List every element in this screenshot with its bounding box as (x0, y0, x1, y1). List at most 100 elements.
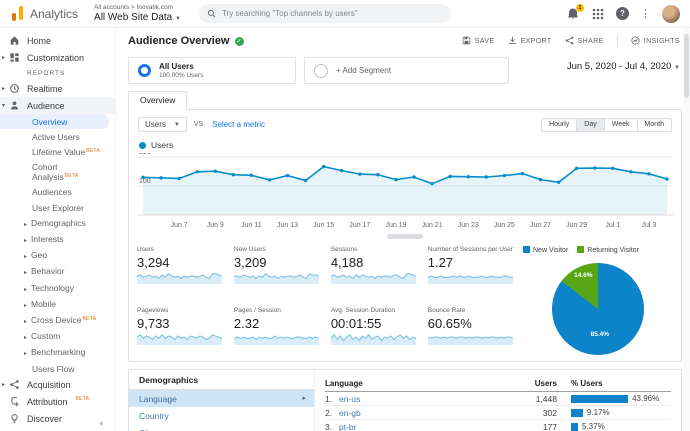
chevron-right-icon: ▸ (24, 303, 31, 310)
metric-card-users[interactable]: Users3,294 (137, 246, 222, 295)
sidebar-item-label: Benchmarking (31, 347, 85, 357)
sidebar-item-cohort-analysis[interactable]: Cohort AnalysisBETA (0, 160, 109, 185)
sidebar-item-attribution[interactable]: AttributionBETA (0, 393, 115, 410)
segment-row: All Users 100.00% Users + Add Segment Ju… (116, 54, 690, 90)
legend-item-new-visitor: New Visitor (523, 246, 568, 254)
add-segment-button[interactable]: + Add Segment (304, 57, 509, 84)
property-name: All Web Site Data (94, 12, 172, 23)
help-icon[interactable]: ? (616, 7, 629, 20)
sidebar-item-audience[interactable]: ▾Audience (0, 97, 115, 114)
sidebar-item-interests[interactable]: ▸Interests (0, 232, 109, 248)
column-language[interactable]: Language (325, 379, 509, 388)
metric-dropdown[interactable]: Users▼ (138, 117, 187, 132)
users-line-chart[interactable]: 200100Jun 7Jun 9Jun 11Jun 13Jun 15Jun 17… (137, 153, 673, 233)
sidebar-item-audiences[interactable]: Audiences (0, 185, 109, 200)
sidebar-item-discover[interactable]: Discover (0, 410, 115, 427)
sidebar-item-lifetime-value[interactable]: Lifetime ValueBETA (0, 144, 109, 159)
svg-text:Jun 25: Jun 25 (494, 222, 515, 229)
sidebar-item-label: Custom (31, 331, 60, 341)
search-input[interactable] (222, 9, 443, 18)
column-users[interactable]: Users (509, 379, 557, 388)
notifications-bell-icon[interactable]: 1 (566, 7, 580, 21)
metric-card-sessions[interactable]: Sessions4,188 (331, 246, 416, 295)
apps-grid-icon[interactable] (591, 7, 605, 21)
table-row: 3.pt-br1775.37% (325, 420, 671, 431)
language-link[interactable]: pt-br (339, 422, 509, 431)
metric-card-new-users[interactable]: New Users3,209 (234, 246, 319, 295)
customization-icon (9, 52, 20, 63)
metric-card-pageviews[interactable]: Pageviews9,733 (137, 307, 222, 356)
dimension-link-country[interactable]: Country (129, 407, 314, 424)
granularity-day[interactable]: Day (577, 118, 604, 132)
sidebar-item-behavior[interactable]: ▸Behavior (0, 264, 109, 280)
action-label: INSIGHTS (644, 38, 680, 45)
language-link[interactable]: en-gb (339, 408, 509, 418)
sidebar-item-customization[interactable]: ▸Customization (0, 49, 115, 66)
scrollbar-thumb[interactable] (684, 34, 689, 98)
svg-text:Jul 1: Jul 1 (605, 222, 620, 229)
report-header: Audience Overview ✓ SAVEEXPORTSHAREINSIG… (116, 28, 690, 54)
share-button[interactable]: SHARE (565, 36, 604, 47)
chevron-down-icon: ▼ (175, 16, 181, 22)
granularity-week[interactable]: Week (605, 118, 638, 132)
chart-scroll-handle[interactable] (387, 234, 423, 239)
column-pct-users[interactable]: % Users (571, 379, 671, 388)
visitor-pie-chart[interactable]: 85.4%14.6% (552, 263, 644, 355)
beta-badge: BETA (83, 316, 97, 322)
metric-card-bounce-rate[interactable]: Bounce Rate60.65% (428, 307, 513, 356)
sidebar-item-benchmarking[interactable]: ▸Benchmarking (0, 345, 109, 361)
sidebar-item-geo[interactable]: ▸Geo (0, 248, 109, 264)
date-range-selector[interactable]: Jun 5, 2020 - Jul 4, 2020 ▼ (567, 57, 680, 72)
chevron-right-icon: ▸ (2, 85, 8, 92)
sidebar-item-active-users[interactable]: Active Users (0, 129, 109, 144)
more-options-icon[interactable]: ⋮ (640, 7, 651, 21)
account-switcher[interactable]: All accounts > Inovatik.com All Web Site… (94, 4, 181, 22)
sidebar-item-home[interactable]: Home (0, 32, 115, 49)
main-content: Audience Overview ✓ SAVEEXPORTSHAREINSIG… (116, 28, 690, 431)
sidebar-item-users-flow[interactable]: Users Flow (0, 361, 109, 376)
granularity-month[interactable]: Month (638, 118, 672, 132)
dimension-link-city[interactable]: City (129, 424, 314, 431)
export-button[interactable]: EXPORT (508, 36, 552, 47)
pie-slice-label: 85.4% (591, 331, 609, 338)
tab-overview[interactable]: Overview (128, 91, 187, 110)
sidebar-item-acquisition[interactable]: ▸Acquisition (0, 376, 115, 393)
insights-button[interactable]: INSIGHTS (631, 36, 680, 47)
metric-card-avg-session-duration[interactable]: Avg. Session Duration00:01:55 (331, 307, 416, 356)
sidebar-item-technology[interactable]: ▸Technology (0, 280, 109, 296)
svg-text:Jun 27: Jun 27 (530, 222, 551, 229)
sidebar-item-label: Technology (31, 283, 74, 293)
sidebar-collapse-icon[interactable]: ‹ (100, 418, 103, 428)
search-bar[interactable] (199, 4, 451, 23)
sidebar-item-custom[interactable]: ▸Custom (0, 329, 109, 345)
user-avatar[interactable] (662, 5, 680, 23)
segment-all-users[interactable]: All Users 100.00% Users (128, 57, 296, 84)
language-link[interactable]: en-us (339, 394, 509, 404)
legend-item-returning-visitor: Returning Visitor (577, 246, 639, 254)
row-rank: 2. (325, 408, 339, 418)
dimension-link-language[interactable]: Language▸ (129, 390, 314, 407)
metric-card-pages-session[interactable]: Pages / Session2.32 (234, 307, 319, 356)
action-label: EXPORT (521, 38, 552, 45)
svg-text:Jun 21: Jun 21 (422, 222, 443, 229)
chevron-right-icon: ▸ (24, 270, 31, 277)
discover-icon (9, 413, 20, 424)
sidebar-item-cross-device[interactable]: ▸Cross DeviceBETA (0, 312, 109, 328)
granularity-hourly[interactable]: Hourly (541, 118, 577, 132)
sidebar-item-realtime[interactable]: ▸Realtime (0, 80, 115, 97)
breadcrumb: All accounts > Inovatik.com (94, 4, 181, 11)
sidebar-item-mobile[interactable]: ▸Mobile (0, 296, 109, 312)
metric-card-number-of-sessions-per-user[interactable]: Number of Sessions per User1.27 (428, 246, 513, 295)
select-metric-link[interactable]: Select a metric (212, 120, 265, 129)
sidebar-item-admin[interactable]: Admin (0, 427, 115, 431)
metric-label: Number of Sessions per User (428, 246, 513, 253)
metric-value: 00:01:55 (331, 316, 416, 331)
pct-bar (571, 395, 628, 403)
users-count: 177 (509, 422, 557, 431)
page-scrollbar[interactable] (683, 28, 690, 431)
save-button[interactable]: SAVE (462, 36, 495, 47)
svg-text:Jun 23: Jun 23 (458, 222, 479, 229)
sidebar-item-overview[interactable]: Overview (0, 114, 109, 129)
sidebar-item-demographics[interactable]: ▸Demographics (0, 215, 109, 231)
sidebar-item-user-explorer[interactable]: User Explorer (0, 200, 109, 215)
